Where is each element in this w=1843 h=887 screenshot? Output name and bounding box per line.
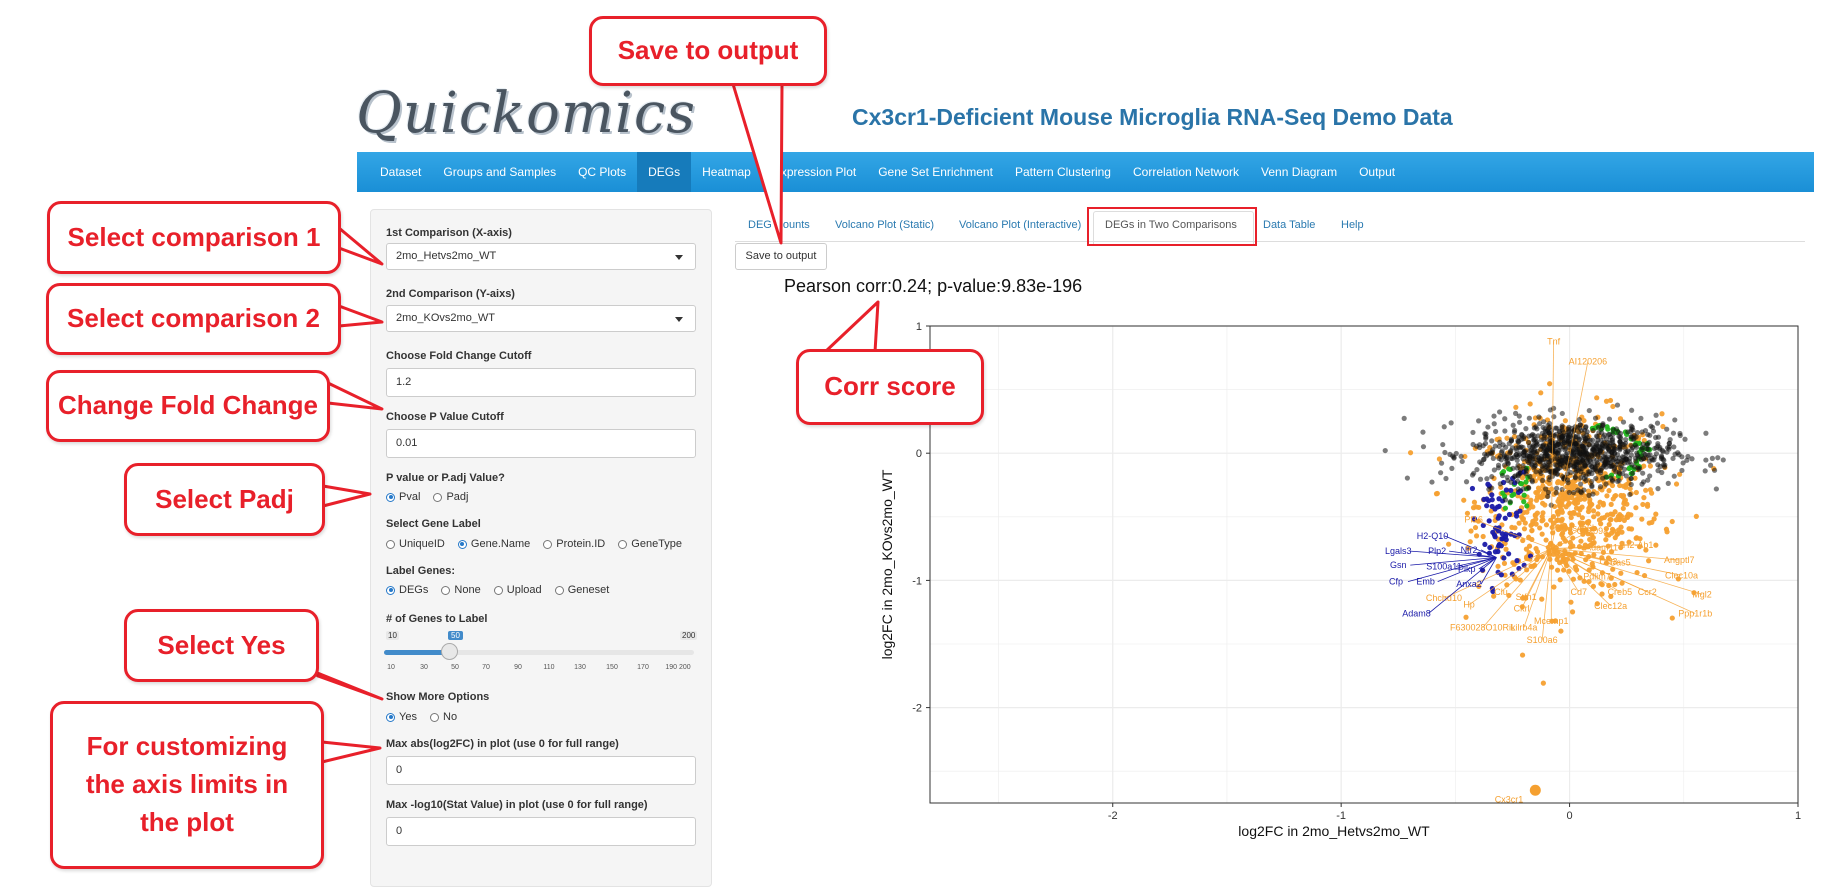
callout-select-yes: Select Yes [124, 609, 319, 682]
callout-corr-score: Corr score [796, 349, 984, 425]
callout-select-padj: Select Padj [124, 463, 325, 536]
callout-pointer [321, 484, 372, 508]
callout-pointer [823, 300, 880, 354]
callout-pointer [326, 381, 384, 411]
callout-pointer [308, 668, 384, 701]
callout-pointer [320, 740, 382, 764]
callout-pointer [337, 226, 384, 266]
callout-axis-limits: For customizing the axis limits in the p… [50, 701, 324, 869]
callout-select-comparison-2: Select comparison 2 [46, 283, 341, 355]
callout-pointer [731, 82, 784, 245]
callout-change-fold-change: Change Fold Change [46, 370, 330, 442]
active-tab-highlight [1087, 207, 1257, 246]
callout-pointer [337, 304, 384, 328]
callout-save-to-output: Save to output [589, 16, 827, 86]
callout-select-comparison-1: Select comparison 1 [47, 201, 341, 274]
